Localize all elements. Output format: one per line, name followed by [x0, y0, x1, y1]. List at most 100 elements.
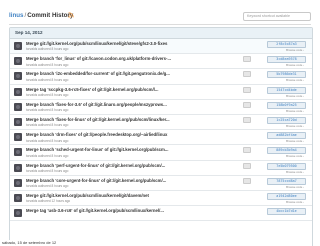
browse-code-label: Browse code: [286, 93, 303, 98]
commit-meta: torvalds authored 8 hours ago: [26, 153, 69, 158]
browse-code-label: Browse code: [286, 123, 303, 128]
header-divider: [9, 24, 311, 25]
screenshot-date-caption: sábado, 15 de setembro de 12: [0, 240, 59, 246]
avatar[interactable]: [14, 57, 22, 66]
browse-code-link[interactable]: Browse code ›: [286, 139, 304, 143]
avatar[interactable]: [14, 117, 22, 126]
commit-row: Merge branch 'drm-fixes' of git://people…: [10, 130, 312, 146]
commit-sha-button[interactable]: 1c25ca720d: [267, 116, 306, 124]
commit-message-link[interactable]: Merge branch 'fixes-for-3.6' of git://gi…: [26, 102, 167, 107]
commit-message-link[interactable]: Merge branch 'for_linus' of git://cavon.…: [26, 56, 171, 61]
browse-code-label: Browse code: [286, 169, 303, 174]
avatar[interactable]: [14, 163, 22, 172]
browse-code-link[interactable]: Browse code ›: [286, 48, 304, 52]
commit-row: Merge branch 'for_linus' of git://cavon.…: [10, 54, 312, 70]
commit-message-link[interactable]: Merge git://git.kernel.org/pub/scm/linux…: [26, 41, 167, 46]
expand-message-icon[interactable]: [243, 101, 251, 108]
chevron-right-icon: ›: [303, 199, 304, 204]
avatar[interactable]: [14, 102, 22, 111]
commit-history-page: linus/Commit History Sep 14, 2012 Merge …: [0, 0, 320, 246]
commit-row: Merge branch 'fixes-for-linus' of git://…: [10, 114, 312, 131]
breadcrumb: linus/Commit History: [9, 12, 73, 19]
browse-code-link[interactable]: Browse code ›: [286, 94, 304, 98]
commit-message-link[interactable]: Merge branch 'drm-fixes' of git://people…: [26, 132, 167, 137]
commit-row: Merge git://git.kernel.org/pub/scm/linux…: [10, 190, 312, 207]
browse-code-label: Browse code: [286, 63, 303, 68]
chevron-right-icon: ›: [303, 78, 304, 83]
browse-code-label: Browse code: [286, 108, 303, 113]
expand-message-icon[interactable]: [243, 162, 251, 169]
commit-sha-button[interactable]: 158b0f9a25: [267, 101, 306, 109]
breadcrumb-owner-link[interactable]: linus: [9, 12, 23, 19]
avatar[interactable]: [14, 72, 22, 81]
chevron-right-icon: ›: [303, 169, 304, 174]
commit-row: Merge git://git.kernel.org/pub/scm/linux…: [10, 39, 312, 55]
browse-code-label: Browse code: [286, 154, 303, 159]
browse-code-link[interactable]: Browse code ›: [286, 63, 304, 67]
avatar[interactable]: [14, 193, 22, 202]
commit-row: Merge branch 'perf-urgent-for-linus' of …: [10, 160, 312, 176]
browse-code-link[interactable]: Browse code ›: [286, 124, 304, 128]
browse-code-link[interactable]: Browse code ›: [286, 170, 304, 174]
expand-message-icon[interactable]: [243, 116, 251, 123]
commit-sha-button[interactable]: 889cb3b9a4: [267, 147, 306, 155]
browse-code-label: Browse code: [286, 139, 303, 144]
chevron-right-icon: ›: [303, 154, 304, 159]
rss-feed-icon[interactable]: [68, 12, 74, 18]
chevron-right-icon: ›: [303, 63, 304, 68]
expand-message-icon[interactable]: [243, 86, 251, 93]
commit-sha-button[interactable]: 3cd8ea9578: [267, 56, 306, 64]
commit-sha-button[interactable]: 7e5b079500: [267, 162, 306, 170]
expand-message-icon[interactable]: [243, 147, 251, 154]
browse-code-link[interactable]: Browse code ›: [286, 154, 304, 158]
commit-sha-button[interactable]: 2f8c5c87a3: [267, 41, 306, 48]
commit-message-link[interactable]: Merge branch 'i2c-embedded/for-current' …: [26, 71, 170, 76]
expand-message-icon[interactable]: [243, 71, 251, 78]
commit-message-link[interactable]: Merge git://git.kernel.org/pub/scm/linux…: [26, 193, 149, 198]
chevron-right-icon: ›: [303, 93, 304, 98]
commit-row: Merge branch 'core-urgent-for-linus' of …: [10, 175, 312, 191]
browse-code-link[interactable]: Browse code ›: [286, 78, 304, 82]
browse-code-label: Browse code: [286, 78, 303, 83]
chevron-right-icon: ›: [303, 139, 304, 144]
commit-message-link[interactable]: Merge branch 'perf-urgent-for-linus' of …: [26, 163, 165, 168]
commit-sha-button[interactable]: ad882bf4ae: [267, 132, 306, 140]
commit-sha-button[interactable]: 5b7986de31: [267, 71, 306, 79]
commit-message-link[interactable]: Merge branch 'core-urgent-for-linus' of …: [26, 178, 166, 183]
commit-message-link[interactable]: Merge branch 'fixes-for-linus' of git://…: [26, 117, 170, 122]
commit-meta: torvalds authored 12 hours ago: [26, 199, 71, 204]
avatar[interactable]: [14, 148, 22, 157]
chevron-right-icon: ›: [303, 184, 304, 189]
chevron-right-icon: ›: [303, 108, 304, 113]
commit-list: Merge git://git.kernel.org/pub/scm/linux…: [10, 39, 312, 222]
browse-code-label: Browse code: [286, 199, 303, 204]
avatar[interactable]: [14, 42, 22, 50]
commit-row: Merge branch 'i2c-embedded/for-current' …: [10, 69, 312, 85]
browse-code-link[interactable]: Browse code ›: [286, 185, 304, 189]
expand-message-icon[interactable]: [243, 56, 251, 63]
avatar[interactable]: [14, 209, 22, 218]
commit-filter-input[interactable]: [243, 12, 311, 21]
avatar[interactable]: [14, 87, 22, 96]
commit-sha-button[interactable]: 1547cd4bde: [267, 86, 306, 94]
commit-meta: torvalds authored 8 hours ago: [26, 92, 69, 97]
commit-message-link[interactable]: Merge tag 'sccpkg-3.6-rc5-fixes' of git:…: [26, 87, 158, 92]
browse-code-link[interactable]: Browse code ›: [286, 200, 304, 204]
commit-row: Merge branch 'sched-urgent-for-linus' of…: [10, 145, 312, 161]
browse-code-link[interactable]: Browse code ›: [286, 109, 304, 113]
avatar[interactable]: [14, 178, 22, 187]
expand-message-icon[interactable]: [243, 177, 251, 184]
chevron-right-icon: ›: [303, 123, 304, 128]
browse-code-label: Browse code: [286, 48, 303, 52]
commit-sha-button[interactable]: a1942d80ee: [267, 192, 306, 200]
commit-date-heading: Sep 14, 2012: [10, 28, 312, 39]
commit-meta: torvalds authored 8 hours ago: [26, 123, 69, 128]
commit-sha-button[interactable]: 4bcc1b7d1e: [267, 208, 306, 216]
avatar[interactable]: [14, 133, 22, 142]
commit-message-link[interactable]: Merge branch 'sched-urgent-for-linus' of…: [26, 147, 168, 152]
commit-message-link[interactable]: Merge tag 'usb-3.6-rc6' of git://git.ker…: [26, 208, 164, 213]
commit-row: Merge tag 'usb-3.6-rc6' of git://git.ker…: [10, 206, 312, 222]
browse-code-label: Browse code: [286, 184, 303, 189]
commit-sha-button[interactable]: 7875ccd8a7: [267, 177, 306, 185]
commit-meta: torvalds authored 8 hours ago: [26, 138, 69, 143]
